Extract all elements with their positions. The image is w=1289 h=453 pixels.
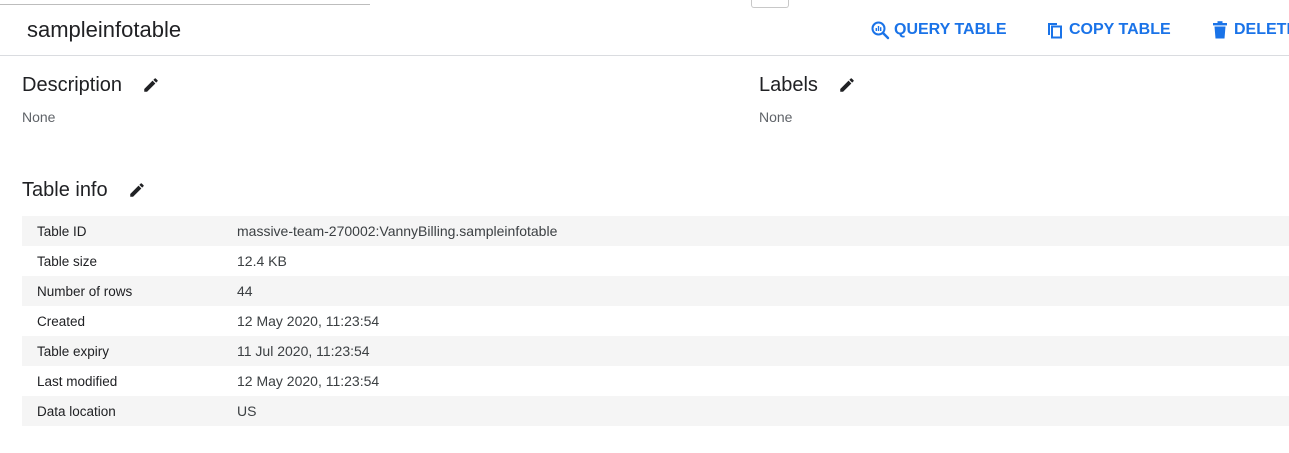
row-value: US bbox=[237, 403, 257, 419]
row-value: massive-team-270002:VannyBilling.samplei… bbox=[237, 223, 558, 239]
row-key: Number of rows bbox=[37, 283, 133, 299]
page-title: sampleinfotable bbox=[27, 17, 182, 42]
copy-icon bbox=[1045, 20, 1065, 40]
description-section: Description bbox=[22, 73, 160, 97]
row-key: Created bbox=[37, 313, 86, 329]
table-row: Number of rows 44 bbox=[22, 276, 1289, 306]
copy-table-button[interactable]: COPY TABLE bbox=[1045, 19, 1171, 41]
table-info-heading: Table info bbox=[22, 179, 108, 201]
row-key: Table size bbox=[37, 253, 98, 269]
row-value: 44 bbox=[237, 283, 253, 299]
query-table-button[interactable]: QUERY TABLE bbox=[870, 19, 1007, 41]
table-row: Table ID massive-team-270002:VannyBillin… bbox=[22, 216, 1289, 246]
labels-value: None bbox=[759, 109, 793, 125]
labels-heading: Labels bbox=[759, 74, 818, 96]
row-value: 12 May 2020, 11:23:54 bbox=[237, 373, 380, 389]
labels-section: Labels bbox=[759, 73, 856, 97]
row-key: Data location bbox=[37, 403, 116, 419]
query-table-label: QUERY TABLE bbox=[894, 21, 1007, 38]
table-info-section: Table info bbox=[22, 178, 146, 202]
row-value: 12.4 KB bbox=[237, 253, 287, 269]
description-value: None bbox=[22, 109, 56, 125]
table-row: Last modified 12 May 2020, 11:23:54 bbox=[22, 366, 1289, 396]
table-header: sampleinfotable QUERY TABLE COPY TABLE D… bbox=[0, 5, 1289, 56]
edit-labels-icon[interactable] bbox=[838, 76, 856, 94]
table-row: Data location US bbox=[22, 396, 1289, 426]
description-heading: Description bbox=[22, 74, 123, 96]
table-row: Table expiry 11 Jul 2020, 11:23:54 bbox=[22, 336, 1289, 366]
table-info-grid: Table ID massive-team-270002:VannyBillin… bbox=[22, 216, 1289, 426]
row-key: Table expiry bbox=[37, 343, 110, 359]
edit-table-info-icon[interactable] bbox=[128, 181, 146, 199]
delete-table-button[interactable]: DELETE bbox=[1210, 19, 1289, 41]
row-key: Table ID bbox=[37, 223, 87, 239]
copy-table-label: COPY TABLE bbox=[1069, 21, 1171, 38]
row-value: 12 May 2020, 11:23:54 bbox=[237, 313, 380, 329]
row-value: 11 Jul 2020, 11:23:54 bbox=[237, 343, 370, 359]
table-details-page: sampleinfotable QUERY TABLE COPY TABLE D… bbox=[0, 0, 1289, 453]
table-row: Created 12 May 2020, 11:23:54 bbox=[22, 306, 1289, 336]
table-row: Table size 12.4 KB bbox=[22, 246, 1289, 276]
delete-icon bbox=[1210, 20, 1230, 40]
edit-description-icon[interactable] bbox=[142, 76, 160, 94]
delete-table-label: DELETE bbox=[1234, 21, 1289, 38]
query-icon bbox=[870, 20, 890, 40]
row-key: Last modified bbox=[37, 373, 118, 389]
